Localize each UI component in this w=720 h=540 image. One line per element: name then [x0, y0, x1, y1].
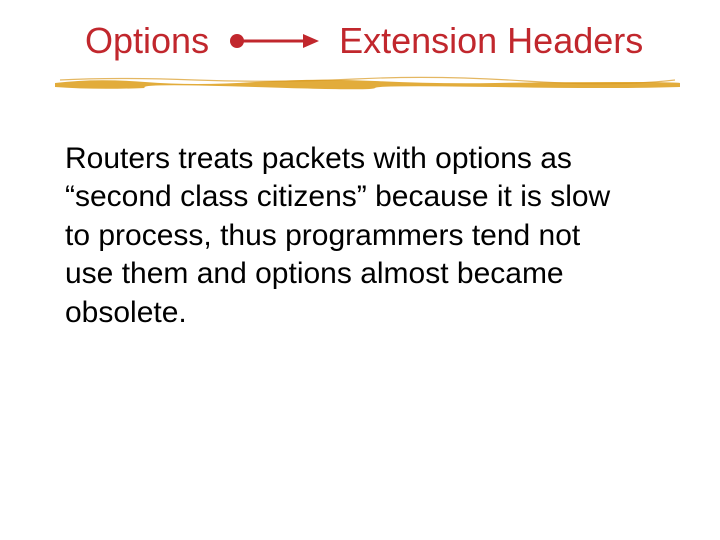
- arrow-right-icon: [229, 31, 319, 51]
- body-text: Routers treats packets with options as “…: [65, 140, 630, 332]
- title-right: Extension Headers: [339, 20, 643, 62]
- title-underline: [55, 74, 680, 94]
- title-left: Options: [85, 20, 209, 62]
- slide: Options Extension Headers Routers treats…: [0, 0, 720, 540]
- slide-title: Options Extension Headers: [85, 20, 660, 62]
